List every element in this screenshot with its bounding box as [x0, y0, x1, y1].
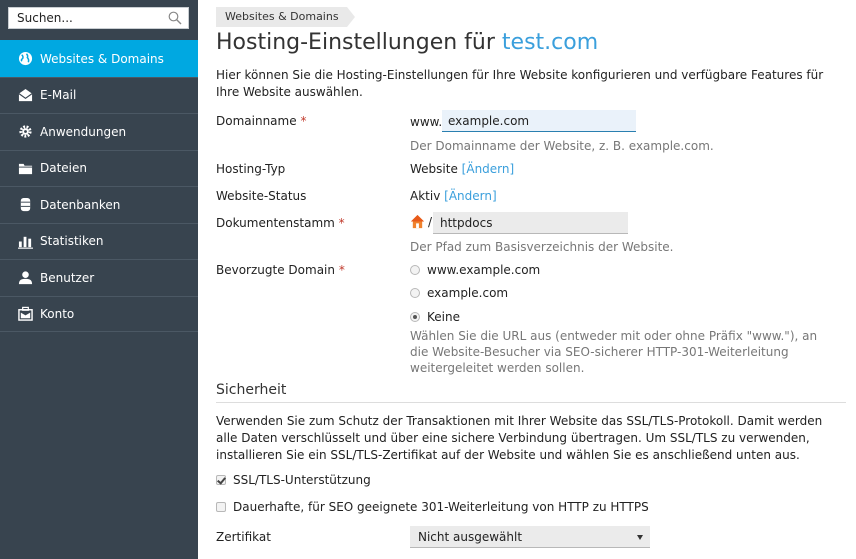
- ssl-support-checkbox[interactable]: [216, 475, 226, 485]
- sidebar-item-email[interactable]: E-Mail: [0, 76, 198, 114]
- sidebar-item-files[interactable]: Dateien: [0, 149, 198, 187]
- sidebar-item-label: Statistiken: [40, 234, 104, 249]
- document-root-hint: Der Pfad zum Basisverzeichnis der Websit…: [410, 240, 674, 254]
- sidebar-item-applications[interactable]: Anwendungen: [0, 113, 198, 150]
- sidebar-item-label: Websites & Domains: [40, 51, 164, 66]
- user-icon: [17, 270, 33, 286]
- radio-button[interactable]: [410, 265, 420, 275]
- sidebar-item-websites-domains[interactable]: Websites & Domains: [0, 40, 198, 77]
- security-description: Verwenden Sie zum Schutz der Transaktion…: [216, 414, 823, 462]
- page-title-prefix: Hosting-Einstellungen für: [216, 30, 502, 55]
- https-redirect-checkbox[interactable]: [216, 502, 226, 512]
- sidebar-item-label: Dateien: [40, 161, 88, 176]
- envelope-icon: [17, 87, 33, 103]
- domain-input[interactable]: example.com: [442, 110, 636, 132]
- website-status-change-link[interactable]: [Ändern]: [444, 189, 497, 203]
- domain-hint: Der Domainname der Website, z. B. exampl…: [410, 139, 714, 153]
- search-placeholder: Suchen...: [17, 11, 73, 25]
- search-icon[interactable]: [168, 11, 182, 25]
- certificate-label: Zertifikat: [216, 530, 271, 544]
- gear-icon: [17, 124, 33, 140]
- sidebar-item-label: Datenbanken: [40, 197, 121, 212]
- sidebar-nav: Websites & Domains E-Mail Anwendungen Da…: [0, 40, 198, 332]
- hosting-type-change-link[interactable]: [Ändern]: [462, 162, 515, 176]
- document-root-prefix: /: [410, 214, 432, 229]
- domain-label: Domainname *: [216, 114, 307, 128]
- preferred-domain-hint: Wählen Sie die URL aus (entweder mit ode…: [410, 329, 818, 375]
- website-status-value: Aktiv [Ändern]: [410, 189, 497, 203]
- website-status-label: Website-Status: [216, 189, 307, 203]
- sidebar-item-account[interactable]: Konto: [0, 295, 198, 332]
- preferred-domain-option-www[interactable]: www.example.com: [410, 263, 540, 277]
- page-title-domain[interactable]: test.com: [502, 30, 598, 55]
- briefcase-icon: [17, 306, 33, 322]
- ssl-support-checkbox-row[interactable]: SSL/TLS-Unterstützung: [216, 473, 371, 487]
- required-mark: *: [338, 216, 345, 230]
- sidebar: Suchen... Websites & Domains E-Mail Anwe…: [0, 0, 198, 559]
- https-redirect-checkbox-row[interactable]: Dauerhafte, für SEO geeignete 301-Weiter…: [216, 500, 649, 514]
- page-title: Hosting-Einstellungen für test.com: [216, 30, 598, 55]
- sidebar-item-statistics[interactable]: Statistiken: [0, 222, 198, 260]
- preferred-domain-label: Bevorzugte Domain *: [216, 263, 345, 277]
- sidebar-item-label: Benutzer: [40, 270, 95, 285]
- bar-chart-icon: [17, 233, 33, 249]
- preferred-domain-option-non-www[interactable]: example.com: [410, 286, 508, 300]
- sidebar-item-users[interactable]: Benutzer: [0, 259, 198, 296]
- hosting-type-label: Hosting-Typ: [216, 162, 286, 176]
- radio-button-checked[interactable]: [410, 312, 420, 322]
- globe-icon: [17, 51, 33, 67]
- folder-icon: [17, 160, 33, 176]
- radio-button[interactable]: [410, 288, 420, 298]
- certificate-select[interactable]: Nicht ausgewählt: [410, 526, 650, 548]
- hosting-type-value: Website [Ändern]: [410, 162, 515, 176]
- required-mark: *: [338, 263, 345, 277]
- search-input[interactable]: Suchen...: [8, 7, 189, 29]
- breadcrumb[interactable]: Websites & Domains: [216, 7, 355, 27]
- home-icon: [410, 214, 425, 229]
- domain-prefix: www.: [410, 115, 443, 129]
- document-root-label: Dokumentenstamm *: [216, 216, 345, 230]
- required-mark: *: [300, 114, 307, 128]
- sidebar-item-label: E-Mail: [40, 88, 77, 103]
- sidebar-item-label: Konto: [40, 306, 75, 321]
- document-root-input[interactable]: httpdocs: [433, 212, 628, 234]
- sidebar-item-label: Anwendungen: [40, 124, 127, 139]
- database-icon: [17, 197, 33, 213]
- dropdown-arrow-icon: [637, 535, 643, 540]
- security-section-title: Sicherheit: [216, 382, 846, 403]
- sidebar-item-databases[interactable]: Datenbanken: [0, 186, 198, 223]
- page-intro: Hier können Sie die Hosting-Einstellunge…: [216, 68, 824, 99]
- preferred-domain-option-none[interactable]: Keine: [410, 310, 460, 324]
